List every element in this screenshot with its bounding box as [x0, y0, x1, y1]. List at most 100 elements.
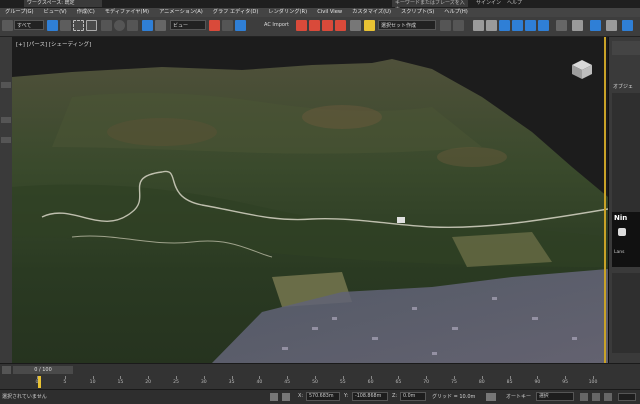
undo-icon[interactable] — [2, 20, 13, 31]
select-by-name-icon[interactable] — [60, 20, 71, 31]
menu-customize[interactable]: カスタマイズ(U) — [347, 8, 396, 17]
project-folder-icon[interactable] — [622, 20, 633, 31]
selection-lock-icon[interactable] — [155, 20, 166, 31]
mini-curve-editor-icon[interactable] — [2, 366, 11, 374]
select-move-icon[interactable] — [101, 20, 112, 31]
sign-in-link[interactable]: サインイン — [476, 0, 501, 7]
go-to-start-icon[interactable] — [580, 393, 588, 401]
ruler-tick-label: 95 — [562, 380, 569, 385]
command-panel-tabs[interactable] — [612, 41, 640, 55]
perspective-viewport[interactable]: [+] [パース] [シェーディング] — [12, 37, 608, 363]
a360-gallery-icon[interactable] — [572, 20, 583, 31]
menu-scripting[interactable]: スクリプト(S) — [396, 8, 439, 17]
x-coord-label: X: — [298, 393, 304, 399]
selection-filter-dropdown[interactable]: すべて — [14, 20, 44, 30]
ruler-tick — [454, 376, 455, 379]
render-production-icon[interactable] — [538, 20, 549, 31]
auto-key-button[interactable]: オートキー — [506, 393, 531, 400]
rectangular-selection-icon[interactable] — [73, 20, 84, 31]
named-selection-dropdown[interactable]: 選択セット作成 — [378, 20, 436, 30]
ruler-tick — [426, 376, 428, 379]
select-manipulate-icon[interactable] — [222, 20, 233, 31]
status-prompt: 選択されていません — [2, 394, 47, 400]
spinner-snap-icon[interactable] — [335, 20, 346, 31]
snaps-toggle-icon[interactable] — [296, 20, 307, 31]
play-icon[interactable] — [592, 393, 600, 401]
x-coord-field[interactable]: 570.683m — [306, 392, 340, 401]
keyboard-shortcut-icon[interactable] — [235, 20, 246, 31]
curve-editor-icon[interactable] — [473, 20, 484, 31]
selection-lock-toggle-icon[interactable] — [270, 393, 278, 401]
object-type-label: オブジェ — [613, 84, 634, 90]
mirror-icon[interactable] — [364, 20, 375, 31]
menu-modifiers[interactable]: モディファイヤ(M) — [100, 8, 154, 17]
ruler-tick-label: 80 — [478, 380, 485, 385]
search-input[interactable]: キーワードまたはフレーズを入力 — [392, 0, 468, 13]
ruler-tick-label: 70 — [423, 380, 430, 385]
angle-snap-icon[interactable] — [309, 20, 320, 31]
edit-named-selection-icon[interactable] — [350, 20, 361, 31]
ruler-tick-label: 85 — [506, 380, 513, 385]
toggle-scene-explorer-icon[interactable] — [440, 20, 451, 31]
ruler-tick — [259, 376, 261, 379]
left-tool-1[interactable] — [1, 82, 11, 88]
rendered-frame-window-icon[interactable] — [525, 20, 536, 31]
absolute-mode-icon[interactable] — [282, 393, 290, 401]
window-crossing-icon[interactable] — [86, 20, 97, 31]
go-to-end-icon[interactable] — [604, 393, 612, 401]
toggle-layer-explorer-icon[interactable] — [453, 20, 464, 31]
z-coord-field[interactable]: 0.0m — [400, 392, 426, 401]
status-bar: 選択されていません X: 570.683m Y: -108.868m Z: 0.… — [0, 389, 640, 404]
ruler-tick — [481, 376, 483, 379]
menu-civil-view[interactable]: Civil View — [312, 8, 347, 17]
material-editor-icon[interactable] — [499, 20, 510, 31]
help-link[interactable]: ヘルプ — [507, 0, 522, 7]
time-slider[interactable]: 0 / 100 — [13, 366, 73, 374]
menu-rendering[interactable]: レンダリング(R) — [263, 8, 312, 17]
y-coord-field[interactable]: -108.868m — [352, 392, 388, 401]
render-setup-icon[interactable] — [512, 20, 523, 31]
track-bar[interactable]: 0 5 10 15 20 25 30 35 40 45 50 55 60 65 70 75 80 85 90 95 10… — [33, 376, 599, 388]
select-object-icon[interactable] — [47, 20, 58, 31]
ac-import-button[interactable]: AC Import — [264, 20, 289, 31]
ruler-tick-label: 0 — [35, 380, 39, 385]
placement-icon[interactable] — [142, 20, 153, 31]
menu-animation[interactable]: アニメーション(A) — [154, 8, 208, 17]
ruler-tick-label: 75 — [451, 380, 457, 385]
ruler-tick — [593, 376, 594, 379]
viewport-label[interactable]: [+] [パース] [シェーディング] — [16, 40, 91, 48]
viewport-camera-icon[interactable] — [590, 20, 601, 31]
ruler-tick-label: 15 — [117, 380, 124, 385]
current-frame-field[interactable] — [618, 393, 636, 401]
ruler-tick — [315, 376, 316, 379]
object-type-rollout[interactable] — [612, 93, 640, 213]
schematic-view-icon[interactable] — [486, 20, 497, 31]
ruler-tick-label: 30 — [200, 380, 207, 385]
select-rotate-icon[interactable] — [114, 20, 125, 31]
menu-view[interactable]: ビュー(V) — [39, 8, 72, 17]
left-tool-2[interactable] — [1, 117, 11, 123]
microphone-icon[interactable] — [618, 228, 626, 236]
left-tool-3[interactable] — [1, 137, 11, 143]
workspace-icon[interactable] — [606, 20, 617, 31]
menu-create[interactable]: 作成(C) — [72, 8, 100, 17]
ruler-tick — [565, 376, 567, 379]
menu-help[interactable]: ヘルプ(H) — [439, 8, 473, 17]
menu-group[interactable]: グループ(G) — [0, 8, 39, 17]
main-toolbar: すべて ビュー AC Import 選択セット作成 — [0, 17, 640, 37]
ruler-tick — [398, 376, 400, 379]
pivot-center-icon[interactable] — [209, 20, 220, 31]
ruler-tick-label: 40 — [256, 380, 263, 385]
grid-size-label: グリッド = 10.0m — [432, 394, 476, 400]
select-scale-icon[interactable] — [127, 20, 138, 31]
menu-graph-editors[interactable]: グラフ エディタ(D) — [208, 8, 264, 17]
parameters-rollout[interactable] — [612, 273, 640, 353]
ruler-tick — [370, 376, 372, 379]
key-icon[interactable] — [486, 393, 496, 401]
ruler-tick — [342, 376, 344, 379]
workspace-tab[interactable]: ワークスペース: 既定 — [24, 0, 102, 7]
reference-coordinate-dropdown[interactable]: ビュー — [170, 20, 206, 30]
percent-snap-icon[interactable] — [322, 20, 333, 31]
selected-filter-dropdown[interactable]: 選択 — [536, 392, 574, 401]
render-in-cloud-icon[interactable] — [556, 20, 567, 31]
